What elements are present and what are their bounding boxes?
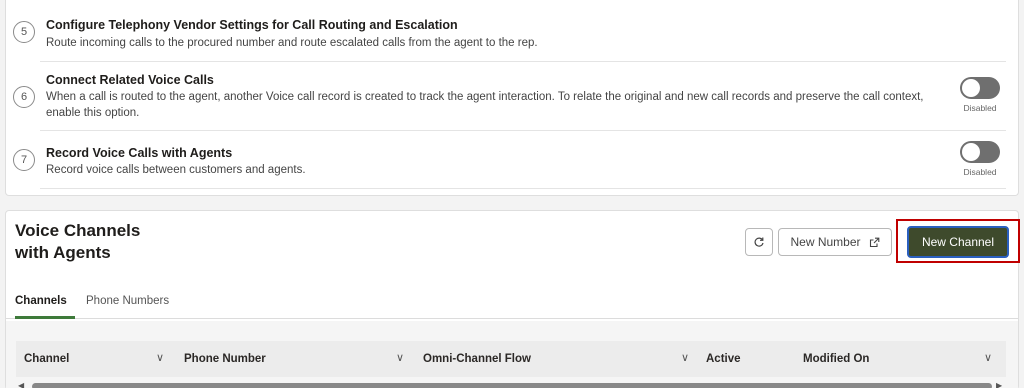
col-phone-number-label: Phone Number: [184, 353, 266, 365]
col-channel-label: Channel: [24, 353, 70, 365]
scroll-left-icon[interactable]: ◀: [18, 381, 24, 388]
col-phone-number[interactable]: Phone Number: [184, 341, 266, 377]
toggle-knob: [962, 143, 980, 161]
record-calls-toggle-wrap: Disabled: [958, 141, 1002, 177]
new-channel-button[interactable]: New Channel: [907, 226, 1009, 258]
voice-channels-card: Voice Channels with Agents New Number Ne…: [5, 210, 1020, 388]
col-modified-on[interactable]: Modified On: [803, 341, 869, 377]
col-active[interactable]: Active: [706, 341, 741, 377]
chevron-down-icon[interactable]: ∨: [681, 351, 689, 364]
record-calls-toggle[interactable]: [960, 141, 1000, 163]
refresh-icon: [754, 237, 764, 247]
col-modified-on-label: Modified On: [803, 353, 870, 365]
col-channel[interactable]: Channel: [24, 341, 69, 377]
toggle-knob: [962, 79, 980, 97]
section-title: Voice Channels with Agents: [15, 221, 141, 262]
refresh-button[interactable]: [745, 228, 773, 256]
chevron-down-icon[interactable]: ∨: [984, 351, 992, 364]
connect-calls-toggle-wrap: Disabled: [958, 77, 1002, 113]
step-number: 7: [13, 149, 35, 171]
tab-phone-numbers[interactable]: Phone Numbers: [86, 293, 169, 319]
col-omni-channel-flow-label: Omni-Channel Flow: [423, 353, 531, 365]
col-omni-channel-flow[interactable]: Omni-Channel Flow: [423, 341, 531, 377]
toggle-status-label: Disabled: [963, 103, 997, 113]
step-title: Connect Related Voice Calls: [46, 73, 214, 87]
step-title[interactable]: Configure Telephony Vendor Settings for …: [46, 18, 458, 32]
setup-steps-card: 5 Configure Telephony Vendor Settings fo…: [5, 0, 1019, 196]
step-title: Record Voice Calls with Agents: [46, 146, 233, 160]
step-5: 5 Configure Telephony Vendor Settings fo…: [6, 0, 1018, 60]
horizontal-scrollbar[interactable]: ◀ ▶: [16, 381, 1006, 388]
chevron-down-icon[interactable]: ∨: [396, 351, 404, 364]
step-7: 7 Record Voice Calls with Agents Record …: [6, 131, 1018, 189]
new-number-button[interactable]: New Number: [778, 228, 892, 256]
connect-calls-toggle[interactable]: [960, 77, 1000, 99]
step-number: 5: [13, 21, 35, 43]
toggle-status-label: Disabled: [963, 167, 997, 177]
channels-grid: Channel ∨ Phone Number ∨ Omni-Channel Fl…: [6, 321, 1018, 388]
grid-header: Channel ∨ Phone Number ∨ Omni-Channel Fl…: [16, 341, 1006, 377]
tab-channels[interactable]: Channels: [15, 293, 75, 319]
step-number: 6: [13, 86, 35, 108]
new-number-label: New Number: [790, 235, 861, 249]
channel-tabs: Channels Phone Numbers: [6, 293, 1018, 319]
external-link-icon: [869, 237, 879, 247]
chevron-down-icon[interactable]: ∨: [156, 351, 164, 364]
scroll-right-icon[interactable]: ▶: [996, 381, 1002, 388]
divider: [40, 188, 1006, 189]
scrollbar-thumb[interactable]: [32, 383, 992, 388]
step-6: 6 Connect Related Voice Calls When a cal…: [6, 62, 1018, 130]
step-description: Route incoming calls to the procured num…: [46, 37, 538, 49]
col-active-label: Active: [706, 353, 741, 365]
step-description: When a call is routed to the agent, anot…: [46, 91, 924, 119]
step-description: Record voice calls between customers and…: [46, 164, 306, 176]
